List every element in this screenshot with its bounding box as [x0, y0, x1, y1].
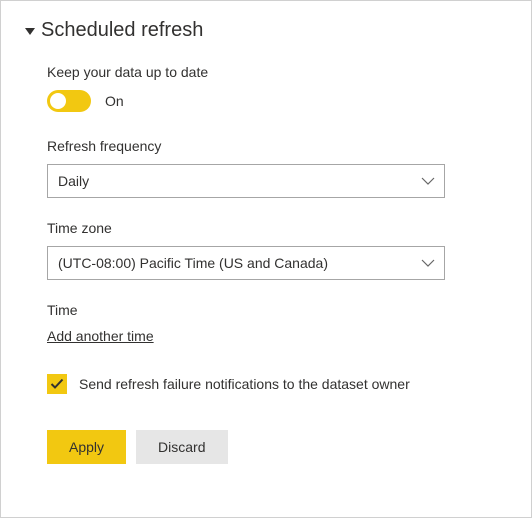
toggle-state-label: On — [105, 93, 124, 109]
time-zone-label: Time zone — [47, 220, 507, 236]
time-zone-select[interactable]: (UTC-08:00) Pacific Time (US and Canada) — [47, 246, 445, 280]
notify-owner-label: Send refresh failure notifications to th… — [79, 376, 410, 392]
section-title: Scheduled refresh — [41, 19, 203, 42]
keep-up-to-date-label: Keep your data up to date — [47, 64, 507, 80]
apply-button[interactable]: Apply — [47, 430, 126, 464]
refresh-frequency-label: Refresh frequency — [47, 138, 507, 154]
add-another-time-link[interactable]: Add another time — [47, 328, 154, 344]
notify-owner-checkbox[interactable] — [47, 374, 67, 394]
checkmark-icon — [50, 378, 64, 390]
section-header[interactable]: Scheduled refresh — [25, 19, 507, 42]
keep-up-to-date-toggle[interactable] — [47, 90, 91, 112]
time-label: Time — [47, 302, 507, 318]
toggle-knob — [50, 93, 66, 109]
refresh-frequency-select[interactable]: Daily — [47, 164, 445, 198]
discard-button[interactable]: Discard — [136, 430, 227, 464]
collapse-caret-icon — [25, 28, 35, 35]
scheduled-refresh-panel: Scheduled refresh Keep your data up to d… — [0, 0, 532, 518]
